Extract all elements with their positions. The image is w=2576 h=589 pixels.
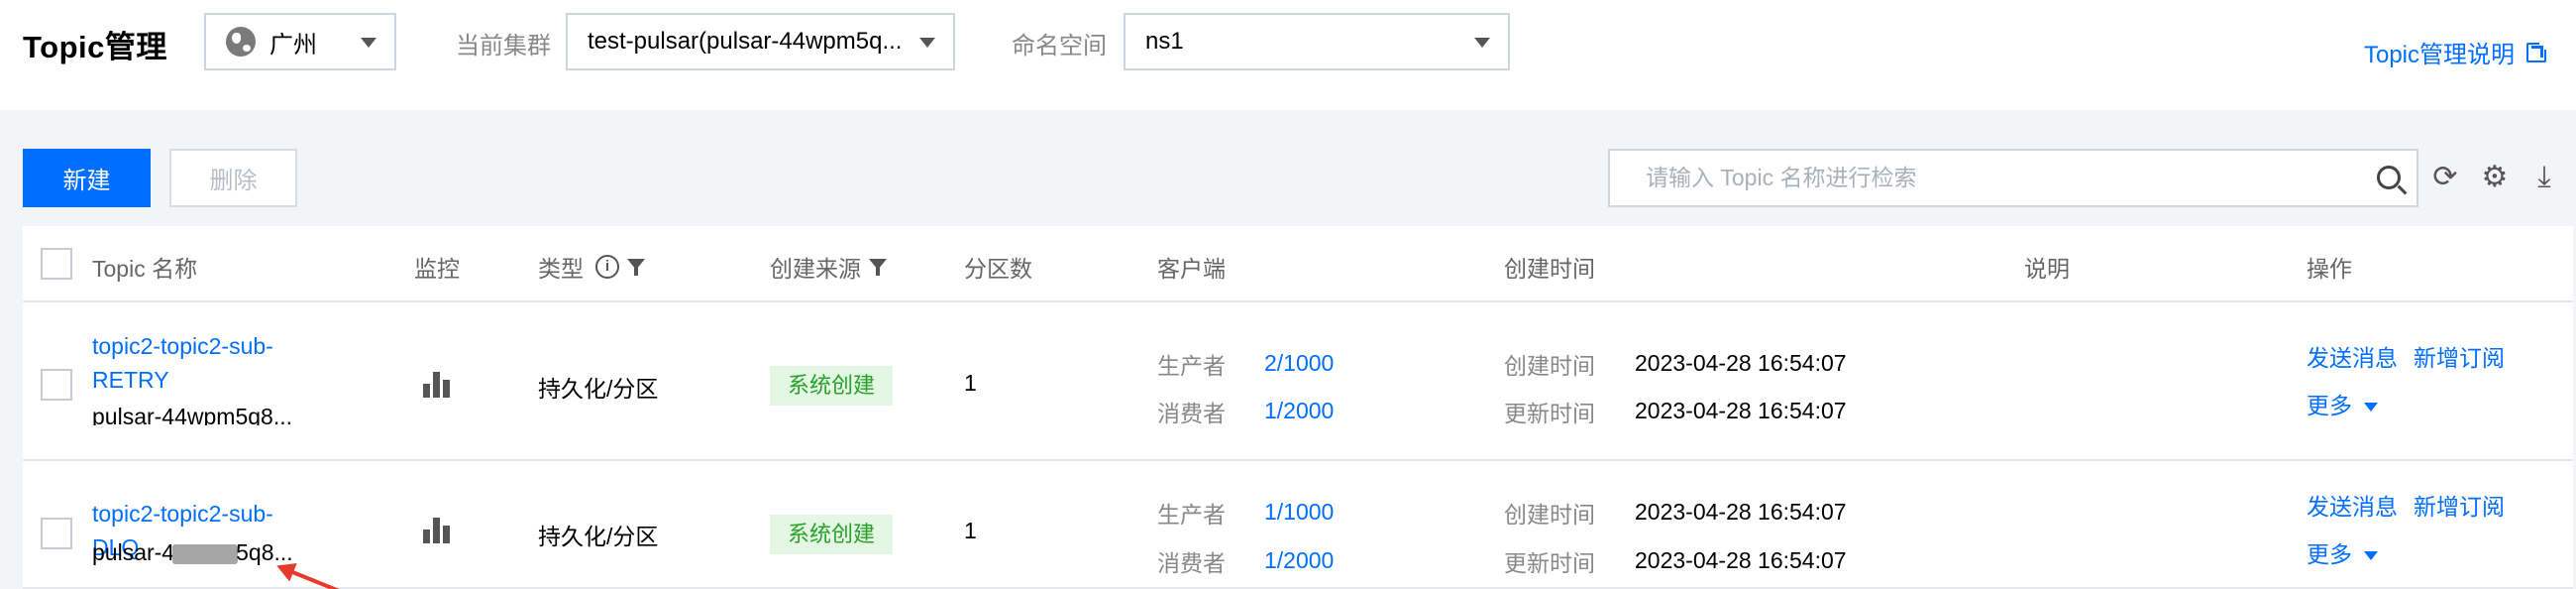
- partition-count: 1: [964, 518, 977, 543]
- updated-time: 2023-04-28 16:54:07: [1635, 547, 1847, 573]
- search-icon[interactable]: [2377, 166, 2401, 189]
- topic-cluster-id: pulsar-4 5q8...: [92, 539, 293, 566]
- more-label: 更多: [2307, 393, 2352, 418]
- chevron-down-icon: [1474, 38, 1490, 48]
- caret-down-icon: [2364, 551, 2378, 561]
- page-title: Topic管理: [23, 30, 167, 64]
- row-checkbox[interactable]: [41, 369, 72, 401]
- send-message-link[interactable]: 发送消息: [2307, 339, 2398, 373]
- consumer-count-link[interactable]: 1/2000: [1264, 398, 1334, 424]
- col-client: 客户端: [1157, 256, 1226, 282]
- refresh-icon[interactable]: ⟳: [2429, 161, 2461, 194]
- add-subscription-link[interactable]: 新增订阅: [2414, 339, 2505, 373]
- topic-type: 持久化/分区: [538, 376, 659, 402]
- table-row: topic2-topic2-sub-DLQ pulsar-4 5q8... 持久化…: [23, 461, 2573, 589]
- updated-label: 更新时间: [1504, 401, 1595, 426]
- consumer-label: 消费者: [1157, 401, 1226, 426]
- topic-cluster-id-prefix: pulsar-4: [92, 539, 175, 565]
- producer-label: 生产者: [1157, 502, 1226, 528]
- topic-table: Topic 名称 监控 类型 i 创建来源 分区数 客户端 创建时间 说明 操作…: [23, 226, 2573, 589]
- add-subscription-link[interactable]: 新增订阅: [2414, 488, 2505, 522]
- updated-label: 更新时间: [1504, 550, 1595, 576]
- download-icon[interactable]: ⤓: [2528, 161, 2560, 194]
- col-source: 创建来源: [770, 250, 887, 284]
- globe-icon: [226, 27, 256, 57]
- table-header: Topic 名称 监控 类型 i 创建来源 分区数 客户端 创建时间 说明 操作: [23, 226, 2573, 302]
- more-menu[interactable]: 更多: [2307, 535, 2378, 569]
- cluster-label: 当前集群: [456, 33, 551, 59]
- source-badge: 系统创建: [770, 366, 894, 406]
- col-partitions: 分区数: [964, 256, 1032, 282]
- page-header: Topic管理 广州 当前集群 test-pulsar(pulsar-44wpm…: [0, 0, 2576, 110]
- namespace-select[interactable]: ns1: [1124, 13, 1510, 70]
- created-time: 2023-04-28 16:54:07: [1635, 350, 1847, 376]
- more-menu[interactable]: 更多: [2307, 387, 2378, 420]
- producer-label: 生产者: [1157, 353, 1226, 379]
- gear-icon[interactable]: ⚙: [2479, 161, 2511, 194]
- select-all-checkbox[interactable]: [41, 248, 72, 280]
- more-label: 更多: [2307, 541, 2352, 567]
- send-message-link[interactable]: 发送消息: [2307, 488, 2398, 522]
- external-link-icon: [2526, 39, 2549, 62]
- partition-count: 1: [964, 370, 977, 396]
- help-link[interactable]: Topic管理说明: [2363, 35, 2549, 69]
- col-desc: 说明: [2024, 256, 2070, 282]
- namespace-value: ns1: [1145, 28, 1184, 55]
- filter-icon[interactable]: [869, 258, 887, 276]
- chevron-down-icon: [919, 38, 935, 48]
- namespace-label: 命名空间: [1012, 33, 1107, 59]
- col-topic-name: Topic 名称: [92, 256, 198, 282]
- search-input[interactable]: [1646, 165, 2339, 191]
- producer-count-link[interactable]: 1/1000: [1264, 499, 1334, 526]
- new-button[interactable]: 新建: [23, 149, 151, 207]
- filter-icon[interactable]: [627, 258, 645, 276]
- topic-cluster-id: pulsar-44wpm5q8...: [92, 404, 292, 425]
- col-actions: 操作: [2307, 256, 2352, 282]
- search-box: [1608, 149, 2418, 207]
- caret-down-icon: [2364, 403, 2378, 412]
- col-type: 类型 i: [538, 250, 645, 284]
- updated-time: 2023-04-28 16:54:07: [1635, 398, 1847, 423]
- topic-type: 持久化/分区: [538, 524, 659, 549]
- chevron-down-icon: [361, 38, 376, 48]
- col-created: 创建时间: [1504, 256, 1595, 282]
- created-time: 2023-04-28 16:54:07: [1635, 499, 1847, 525]
- region-select[interactable]: 广州: [204, 13, 396, 70]
- bar-chart-icon[interactable]: [423, 518, 451, 543]
- col-monitor: 监控: [414, 256, 460, 282]
- consumer-count-link[interactable]: 1/2000: [1264, 547, 1334, 574]
- created-label: 创建时间: [1504, 502, 1595, 528]
- help-link-label: Topic管理说明: [2363, 42, 2515, 68]
- delete-button[interactable]: 删除: [169, 149, 297, 207]
- redaction-mask: [172, 543, 239, 564]
- info-icon[interactable]: i: [595, 255, 619, 279]
- row-checkbox[interactable]: [41, 518, 72, 549]
- cluster-select[interactable]: test-pulsar(pulsar-44wpm5q...: [566, 13, 955, 70]
- source-badge: 系统创建: [770, 515, 894, 554]
- topic-name-link[interactable]: topic2-topic2-sub-RETRY: [92, 329, 320, 397]
- created-label: 创建时间: [1504, 353, 1595, 379]
- bar-chart-icon[interactable]: [423, 372, 451, 398]
- col-type-label: 类型: [538, 256, 584, 282]
- cluster-value: test-pulsar(pulsar-44wpm5q...: [588, 28, 903, 55]
- col-source-label: 创建来源: [770, 256, 861, 282]
- table-row: topic2-topic2-sub-RETRY pulsar-44wpm5q8.…: [23, 302, 2573, 461]
- region-value: 广州: [269, 31, 317, 59]
- producer-count-link[interactable]: 2/1000: [1264, 350, 1334, 377]
- consumer-label: 消费者: [1157, 550, 1226, 576]
